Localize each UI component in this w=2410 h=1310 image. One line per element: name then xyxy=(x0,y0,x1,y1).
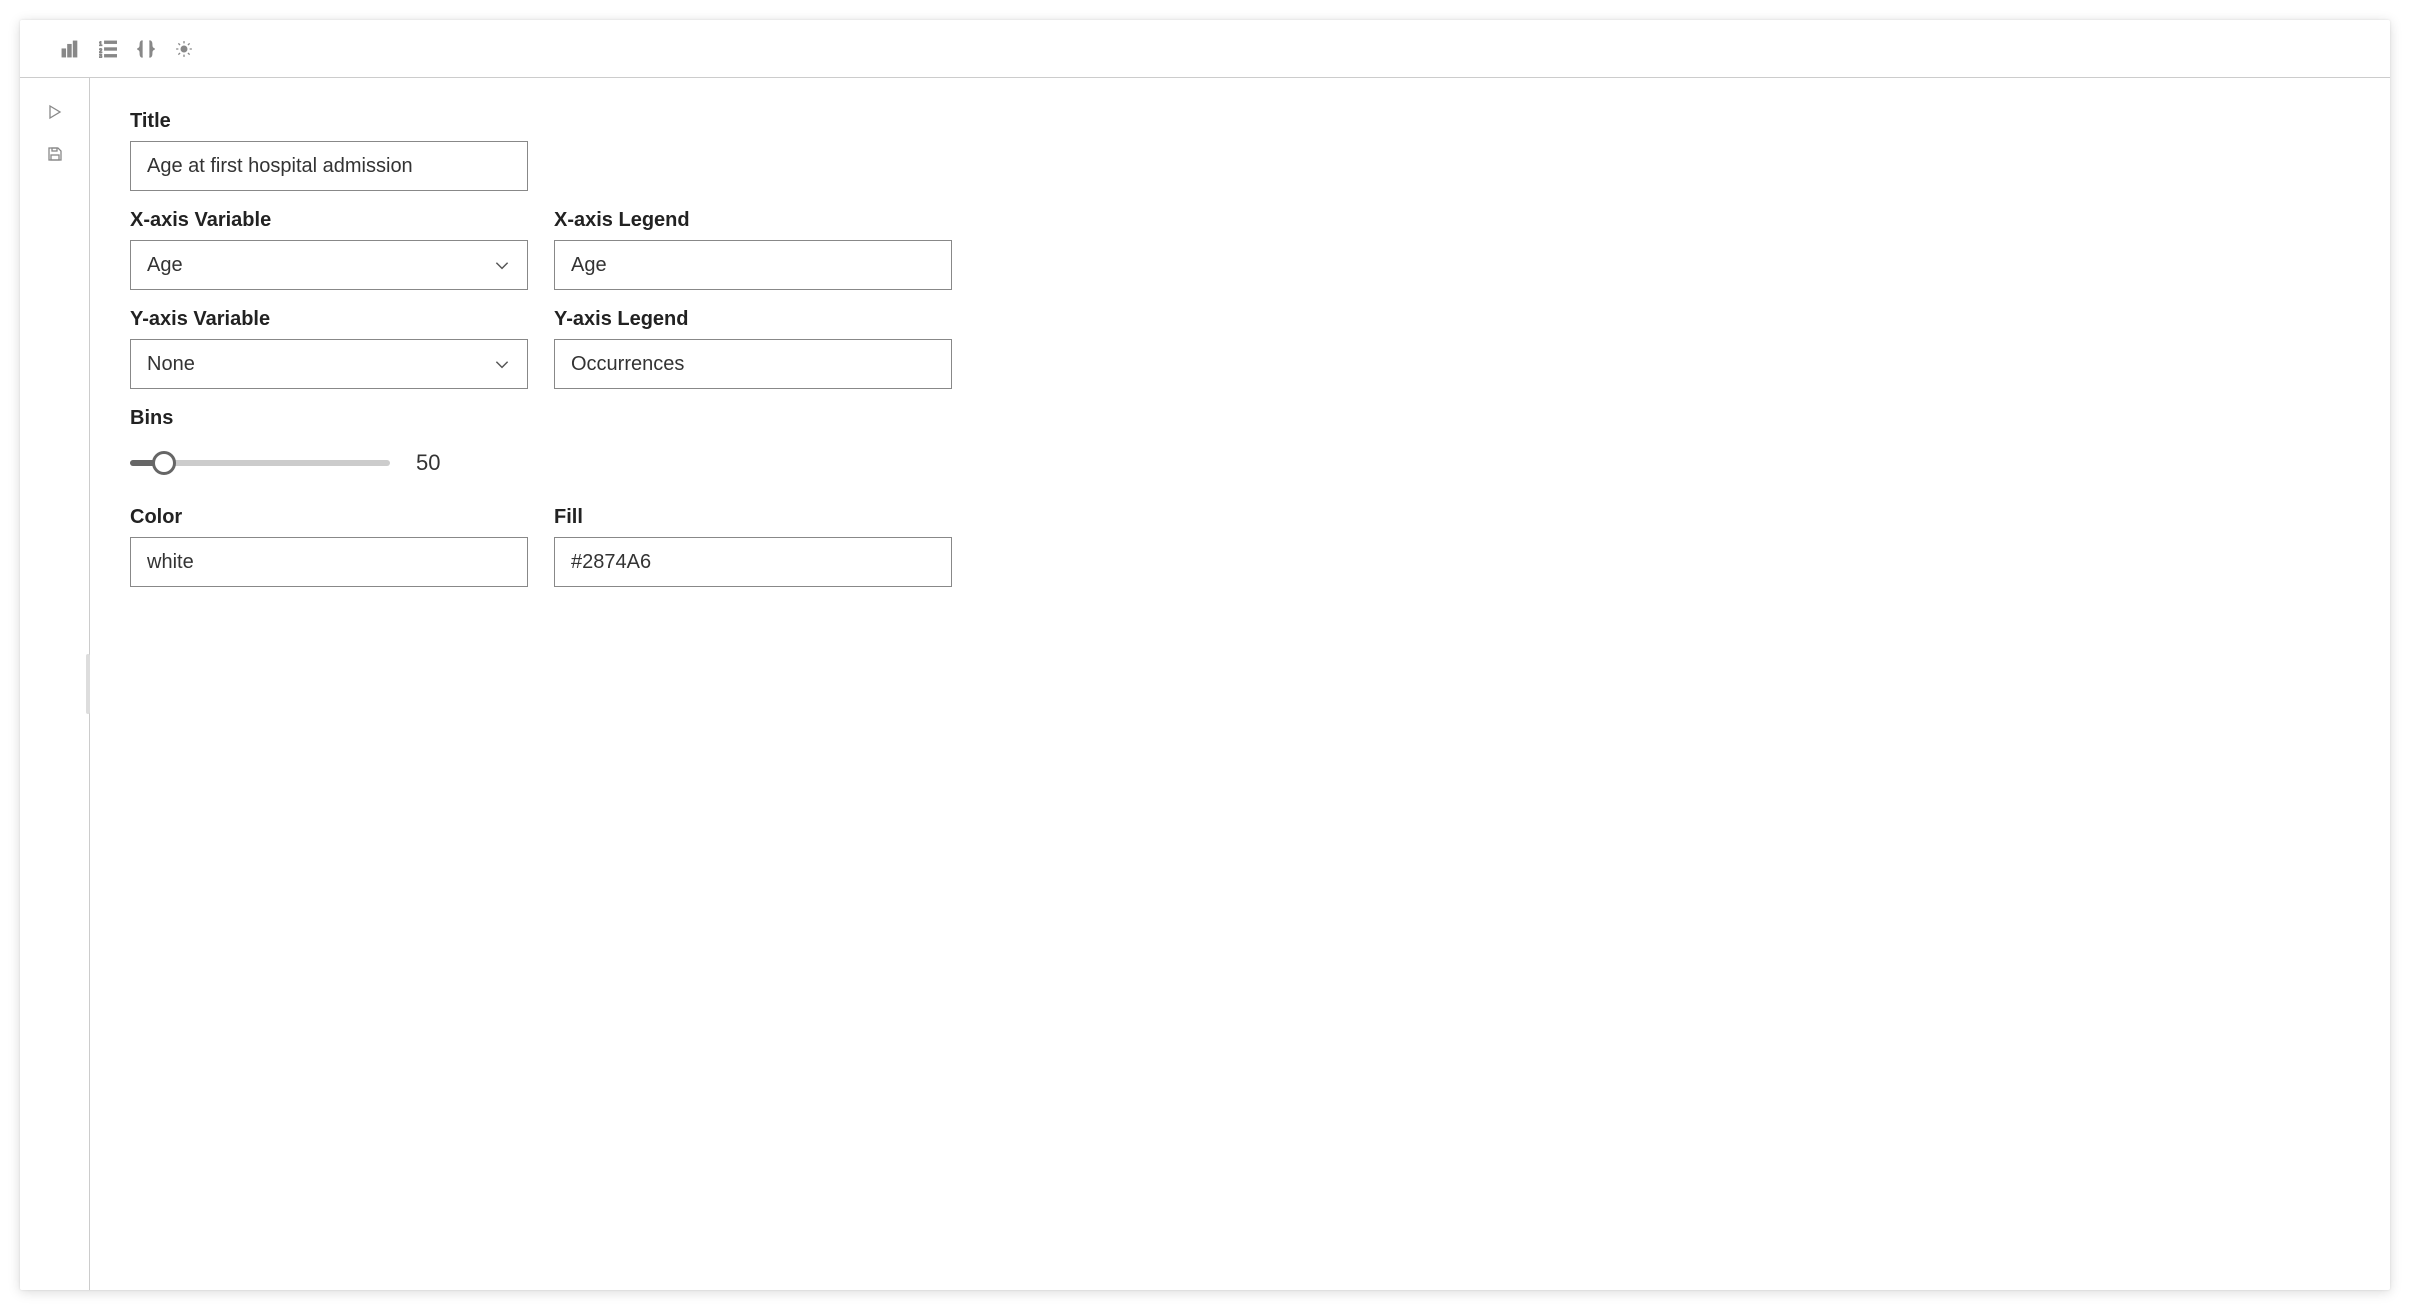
form-area: Title X-axis Variable Age X-axis Legend xyxy=(90,78,2390,1290)
y-legend-input[interactable] xyxy=(554,339,952,389)
numbered-list-icon[interactable]: 1 2 3 xyxy=(98,39,118,59)
y-var-label: Y-axis Variable xyxy=(130,308,528,331)
bins-label: Bins xyxy=(130,407,528,430)
bins-value: 50 xyxy=(416,450,440,476)
play-icon[interactable] xyxy=(45,102,65,122)
braces-icon[interactable] xyxy=(136,39,156,59)
side-rail xyxy=(20,78,90,1290)
x-var-label: X-axis Variable xyxy=(130,209,528,232)
y-var-value: None xyxy=(147,353,195,376)
slider-thumb[interactable] xyxy=(152,451,176,475)
top-toolbar: 1 2 3 xyxy=(20,20,2390,78)
chevron-down-icon xyxy=(493,355,511,373)
x-var-value: Age xyxy=(147,254,183,277)
panel-card: 1 2 3 xyxy=(20,20,2390,1290)
y-legend-label: Y-axis Legend xyxy=(554,308,952,331)
svg-text:1: 1 xyxy=(99,41,102,47)
svg-text:3: 3 xyxy=(99,54,102,58)
bar-chart-icon[interactable] xyxy=(60,39,80,59)
save-icon[interactable] xyxy=(45,144,65,164)
fill-input[interactable] xyxy=(554,537,952,587)
chevron-down-icon xyxy=(493,256,511,274)
x-var-select[interactable]: Age xyxy=(130,240,528,290)
gear-icon[interactable] xyxy=(174,39,194,59)
x-legend-input[interactable] xyxy=(554,240,952,290)
x-legend-label: X-axis Legend xyxy=(554,209,952,232)
fill-label: Fill xyxy=(554,506,952,529)
color-label: Color xyxy=(130,506,528,529)
bins-slider[interactable] xyxy=(130,453,390,473)
title-input[interactable] xyxy=(130,141,528,191)
y-var-select[interactable]: None xyxy=(130,339,528,389)
color-input[interactable] xyxy=(130,537,528,587)
title-label: Title xyxy=(130,110,528,133)
